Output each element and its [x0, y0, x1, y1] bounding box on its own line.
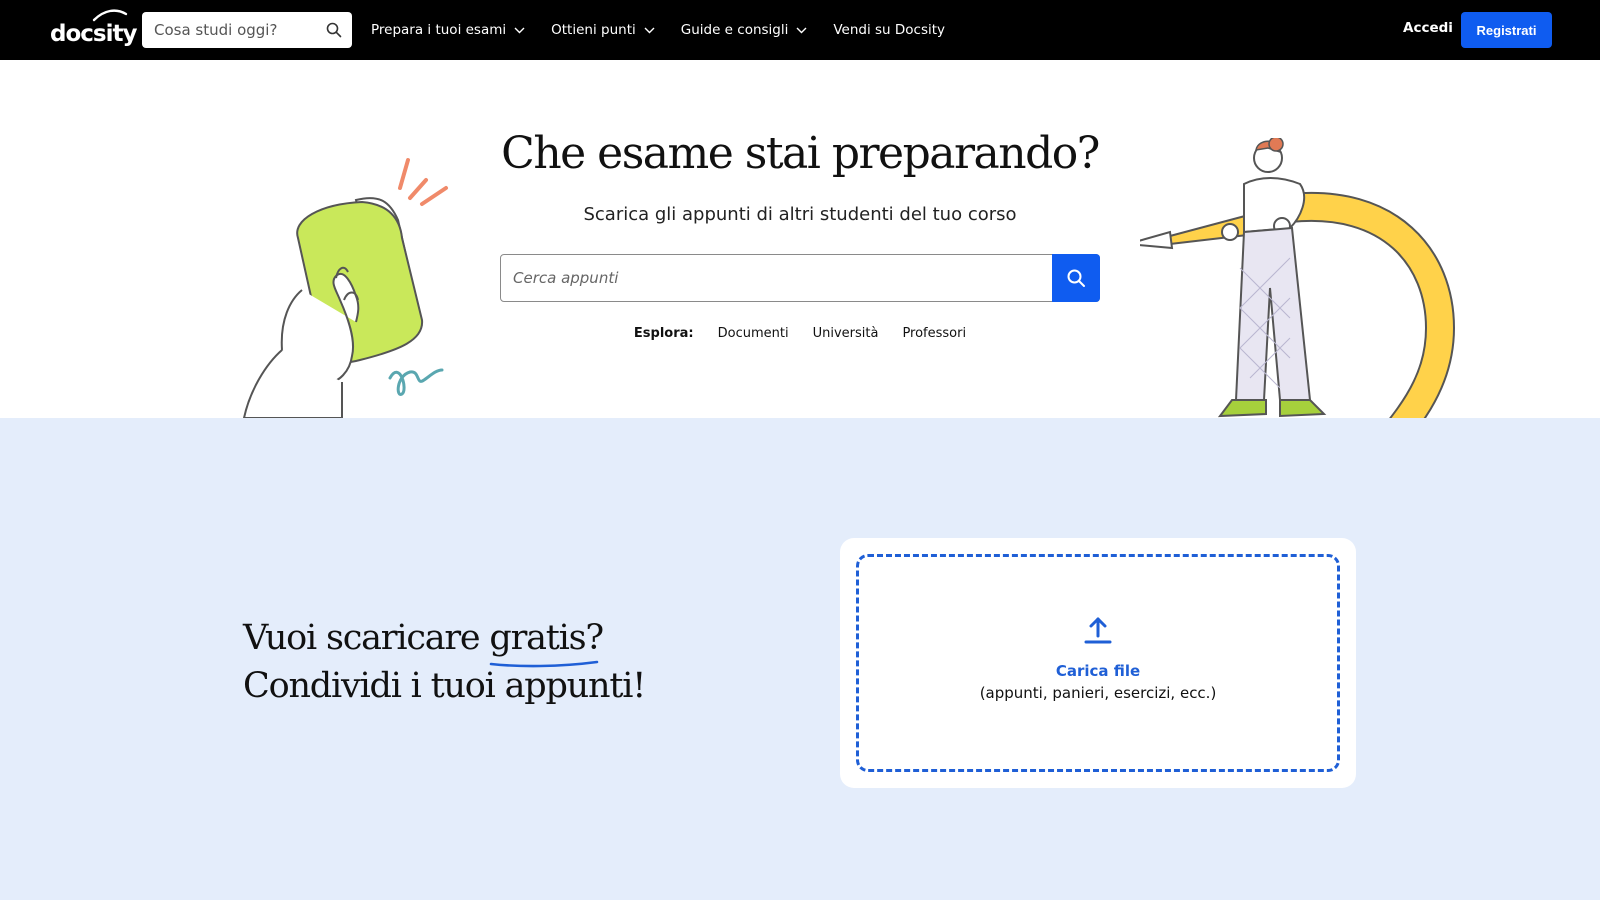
nav-label: Vendi su Docsity: [833, 22, 946, 38]
top-navigation-bar: docsity Prepara i tuoi esami Ottieni pun…: [0, 0, 1600, 60]
highlight-underline: [490, 660, 599, 668]
search-icon[interactable]: [326, 22, 342, 42]
share-heading-highlight: gratis?: [489, 614, 604, 668]
upload-dropzone[interactable]: Carica file (appunti, panieri, esercizi,…: [856, 554, 1340, 772]
explore-link-universita[interactable]: Università: [813, 326, 879, 341]
highlight-text: gratis?: [489, 618, 604, 658]
share-heading-text: Vuoi scaricare: [243, 618, 490, 658]
nav-label: Guide e consigli: [680, 22, 789, 38]
explore-link-professori[interactable]: Professori: [902, 326, 966, 341]
upload-subtitle: (appunti, panieri, esercizi, ecc.): [979, 684, 1217, 702]
notes-search-input[interactable]: [501, 255, 1052, 301]
nav-vendi-docsity[interactable]: Vendi su Docsity: [833, 22, 945, 38]
share-section: [0, 418, 1600, 900]
chevron-down-icon: [644, 27, 655, 33]
notes-search-button[interactable]: [1052, 254, 1100, 302]
nav-ottieni-punti[interactable]: Ottieni punti: [551, 22, 655, 38]
signup-button[interactable]: Registrati: [1461, 12, 1552, 48]
nav-label: Ottieni punti: [551, 22, 636, 38]
upload-title: Carica file: [1055, 662, 1141, 680]
explore-label: Esplora:: [633, 326, 694, 341]
logo-swoosh-icon: [92, 9, 128, 22]
chevron-down-icon: [796, 27, 807, 33]
chevron-down-icon: [514, 27, 525, 33]
upload-card: Carica file (appunti, panieri, esercizi,…: [840, 538, 1356, 788]
nav-prepara-esami[interactable]: Prepara i tuoi esami: [371, 22, 525, 38]
search-icon: [1067, 269, 1085, 287]
nav-label: Prepara i tuoi esami: [371, 22, 507, 38]
share-heading-line2: Condividi i tuoi appunti!: [243, 666, 646, 706]
login-link[interactable]: Accedi: [1403, 20, 1453, 36]
explore-link-documenti[interactable]: Documenti: [718, 326, 789, 341]
upload-icon: [1084, 617, 1112, 644]
nav-guide-consigli[interactable]: Guide e consigli: [681, 22, 808, 38]
header-search-input[interactable]: [142, 13, 312, 47]
notes-search-box: [500, 254, 1100, 302]
main-nav: Prepara i tuoi esami Ottieni punti Guide…: [371, 0, 971, 60]
header-search-box: [142, 12, 352, 48]
hand-holding-book-illustration: [242, 158, 448, 418]
docsity-logo[interactable]: docsity: [50, 9, 137, 47]
share-heading: Vuoi scaricare gratis? Condividi i tuoi …: [243, 614, 646, 710]
share-heading-line1: Vuoi scaricare gratis?: [243, 614, 645, 668]
logo-text: docsity: [50, 21, 137, 47]
